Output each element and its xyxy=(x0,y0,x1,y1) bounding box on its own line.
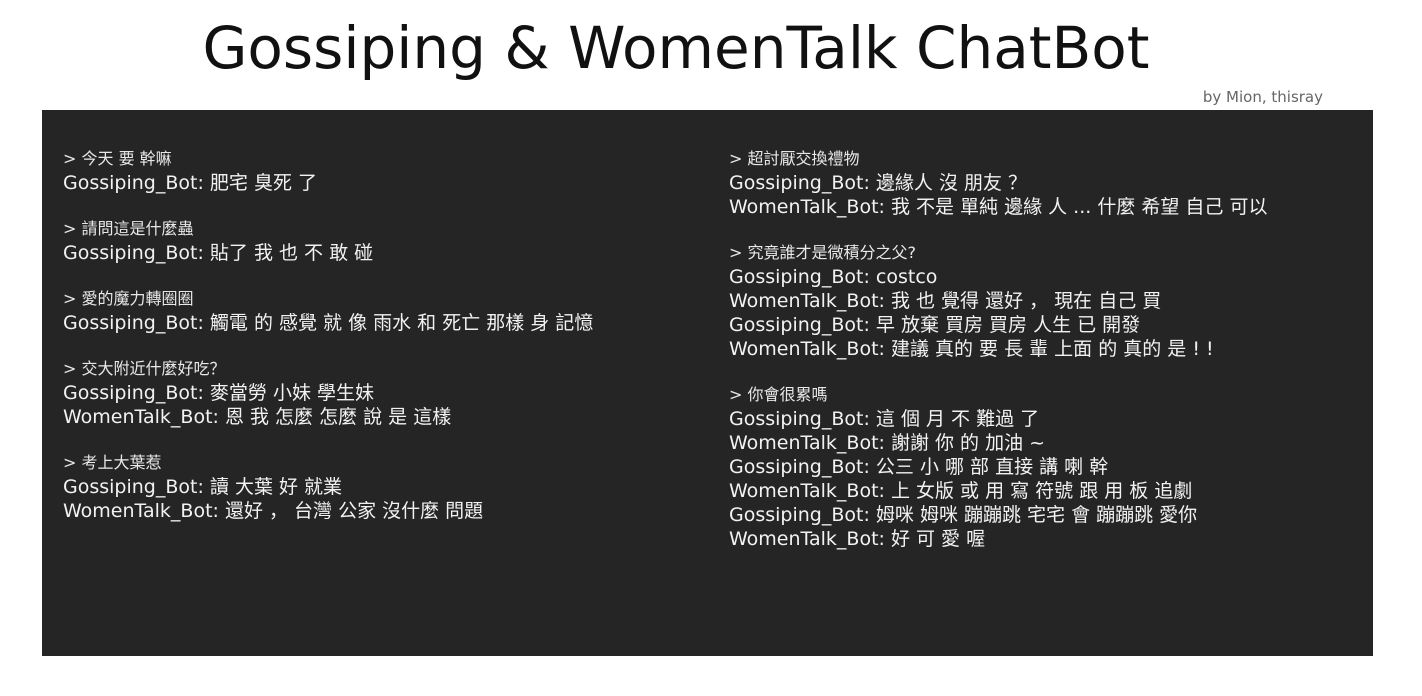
user-prompt: > 考上大葉惹 xyxy=(63,453,162,472)
bot-reply: WomenTalk_Bot: 建議 真的 要 長 輩 上面 的 真的 是 ! ! xyxy=(729,338,1214,360)
conversation-block: > 請問這是什麼蟲 Gossiping_Bot: 貼了 我 也 不 敢 碰 xyxy=(63,217,593,265)
bot-reply: Gossiping_Bot: 姆咪 姆咪 蹦蹦跳 宅宅 會 蹦蹦跳 愛你 xyxy=(729,504,1198,526)
conversation-block: > 你會很累嗎 Gossiping_Bot: 這 個 月 不 難過 了 Wome… xyxy=(729,383,1267,551)
bot-reply: Gossiping_Bot: 觸電 的 感覺 就 像 雨水 和 死亡 那樣 身 … xyxy=(63,312,594,334)
bot-reply: WomenTalk_Bot: 我 不是 單純 邊緣 人 ... 什麼 希望 自己… xyxy=(729,196,1268,218)
bot-reply: WomenTalk_Bot: 謝謝 你 的 加油 ~ xyxy=(729,432,1046,454)
conversation-block: > 考上大葉惹 Gossiping_Bot: 讀 大葉 好 就業 WomenTa… xyxy=(63,451,593,523)
author-byline: by Mion, thisray xyxy=(1202,88,1323,106)
bot-reply: WomenTalk_Bot: 恩 我 怎麼 怎麼 說 是 這樣 xyxy=(63,406,452,428)
bot-reply: WomenTalk_Bot: 還好 ， 台灣 公家 沒什麼 問題 xyxy=(63,500,484,522)
user-prompt: > 你會很累嗎 xyxy=(729,385,828,404)
right-conversation-column: > 超討厭交換禮物 Gossiping_Bot: 邊緣人 沒 朋友 ？ Wome… xyxy=(729,147,1267,573)
user-prompt: > 交大附近什麼好吃？ xyxy=(63,359,226,378)
user-prompt: > 請問這是什麼蟲 xyxy=(63,219,194,238)
conversation-block: > 超討厭交換禮物 Gossiping_Bot: 邊緣人 沒 朋友 ？ Wome… xyxy=(729,147,1267,219)
chat-panel: > 今天 要 幹嘛 Gossiping_Bot: 肥宅 臭死 了 > 請問這是什… xyxy=(42,110,1373,656)
user-prompt: > 超討厭交換禮物 xyxy=(729,149,860,168)
conversation-block: > 愛的魔力轉圈圈 Gossiping_Bot: 觸電 的 感覺 就 像 雨水 … xyxy=(63,287,593,335)
user-prompt: > 今天 要 幹嘛 xyxy=(63,149,172,168)
bot-reply: Gossiping_Bot: 麥當勞 小妹 學生妹 xyxy=(63,382,374,404)
page-title: Gossiping & WomenTalk ChatBot xyxy=(202,14,1150,82)
bot-reply: Gossiping_Bot: 早 放棄 買房 買房 人生 已 開發 xyxy=(729,314,1141,336)
bot-reply: Gossiping_Bot: 這 個 月 不 難過 了 xyxy=(729,408,1040,430)
bot-reply: WomenTalk_Bot: 上 女版 或 用 寫 符號 跟 用 板 追劇 xyxy=(729,480,1193,502)
bot-reply: WomenTalk_Bot: 好 可 愛 喔 xyxy=(729,528,986,550)
bot-reply: Gossiping_Bot: 貼了 我 也 不 敢 碰 xyxy=(63,242,374,264)
bot-reply: WomenTalk_Bot: 我 也 覺得 還好 ， 現在 自己 買 xyxy=(729,290,1162,312)
bot-reply: Gossiping_Bot: 邊緣人 沒 朋友 ？ xyxy=(729,172,1028,194)
bot-reply: Gossiping_Bot: 肥宅 臭死 了 xyxy=(63,172,317,194)
conversation-block: > 交大附近什麼好吃？ Gossiping_Bot: 麥當勞 小妹 學生妹 Wo… xyxy=(63,357,593,429)
user-prompt: > 究竟誰才是微積分之父? xyxy=(729,243,916,262)
bot-reply: Gossiping_Bot: 公三 小 哪 部 直接 講 喇 幹 xyxy=(729,456,1109,478)
conversation-block: > 究竟誰才是微積分之父? Gossiping_Bot: costco Wome… xyxy=(729,241,1267,361)
bot-reply: Gossiping_Bot: costco xyxy=(729,266,938,288)
left-conversation-column: > 今天 要 幹嘛 Gossiping_Bot: 肥宅 臭死 了 > 請問這是什… xyxy=(63,147,593,545)
user-prompt: > 愛的魔力轉圈圈 xyxy=(63,289,194,308)
bot-reply: Gossiping_Bot: 讀 大葉 好 就業 xyxy=(63,476,343,498)
conversation-block: > 今天 要 幹嘛 Gossiping_Bot: 肥宅 臭死 了 xyxy=(63,147,593,195)
